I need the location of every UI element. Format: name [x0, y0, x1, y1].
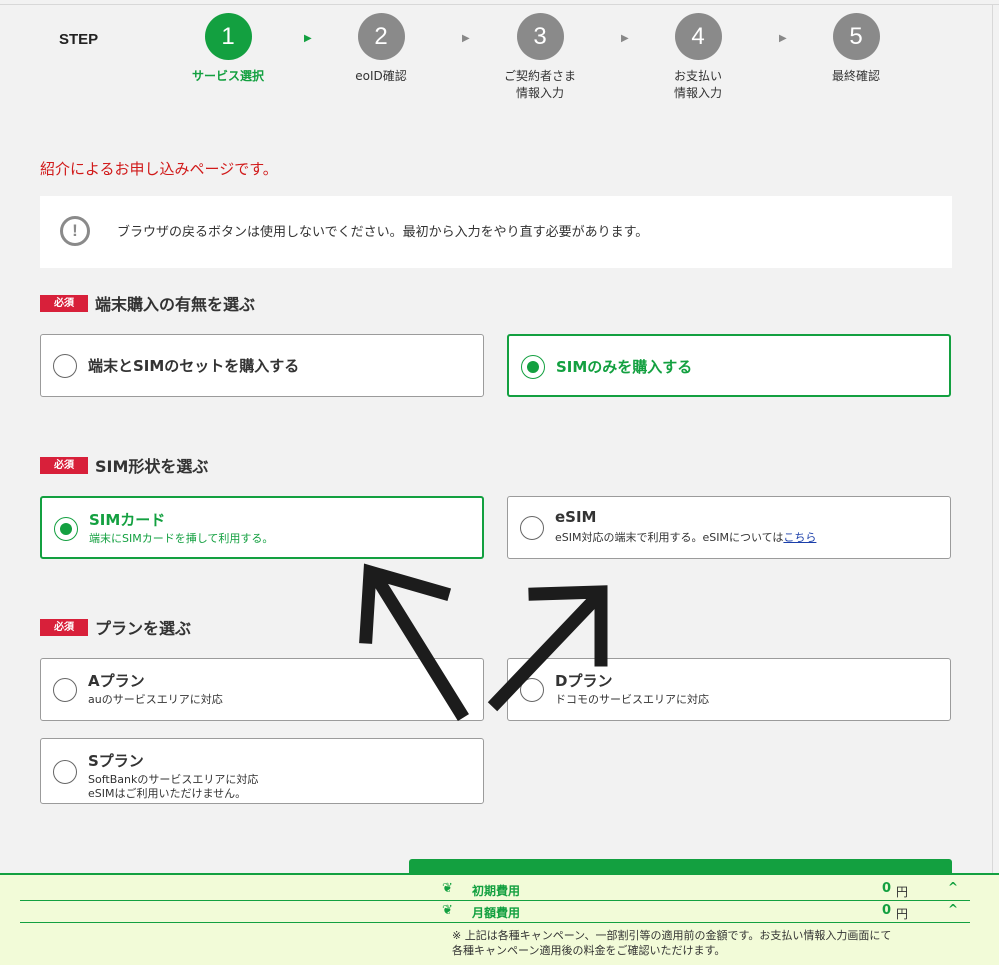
annotation-arrows — [359, 563, 608, 721]
option-description: SoftBankのサービスエリアに対応 eSIMはご利用いただけません。 — [88, 773, 259, 800]
initial-cost-unit: 円 — [896, 885, 909, 899]
step-arrow-icon: ▶ — [779, 33, 787, 44]
chevron-up-icon[interactable]: ^ — [948, 902, 958, 916]
option-title: eSIM — [555, 508, 597, 526]
option-title: SIMのみを購入する — [556, 358, 693, 376]
top-divider — [0, 4, 999, 5]
step-4: 4 お支払い 情報入力 — [638, 13, 758, 102]
step-1: 1 サービス選択 — [168, 13, 288, 85]
step-5: 5 最終確認 — [796, 13, 916, 85]
step-caption: ご契約者さま 情報入力 — [503, 69, 576, 100]
radio-button[interactable] — [520, 516, 544, 540]
referral-message: 紹介によるお申し込みページです。 — [40, 160, 278, 178]
option-plan-d[interactable]: Dプラン ドコモのサービスエリアに対応 — [507, 658, 951, 721]
section-title-text: 端末購入の有無を選ぶ — [95, 295, 256, 314]
esim-info-link[interactable]: こちら — [783, 531, 816, 544]
leaf-icon: ❦ — [442, 881, 453, 896]
option-device-and-sim[interactable]: 端末とSIMのセットを購入する — [40, 334, 484, 397]
option-description: auのサービスエリアに対応 — [88, 693, 223, 706]
option-title: Sプラン — [88, 752, 144, 770]
option-description: 端末にSIMカードを挿して利用する。 — [89, 532, 274, 545]
right-divider — [992, 4, 993, 874]
initial-cost-amount: 0 — [882, 881, 892, 896]
option-title: Aプラン — [88, 672, 145, 690]
option-title: 端末とSIMのセットを購入する — [88, 357, 300, 375]
step-arrow-icon: ▶ — [304, 33, 312, 44]
monthly-cost-unit: 円 — [896, 907, 909, 921]
required-badge: 必須 — [40, 294, 88, 312]
radio-button[interactable] — [53, 760, 77, 784]
radio-button-selected[interactable] — [54, 517, 78, 541]
step-caption: サービス選択 — [191, 69, 264, 83]
step-3: 3 ご契約者さま 情報入力 — [480, 13, 600, 102]
required-badge: 必須 — [40, 618, 88, 636]
step-arrow-icon: ▶ — [621, 33, 629, 44]
radio-button[interactable] — [53, 354, 77, 378]
section-title-text: SIM形状を選ぶ — [95, 457, 209, 476]
monthly-cost-amount: 0 — [882, 903, 892, 918]
section-title-sim-type: 必須 SIM形状を選ぶ — [40, 453, 208, 477]
option-plan-a[interactable]: Aプラン auのサービスエリアに対応 — [40, 658, 484, 721]
section-title-text: プランを選ぶ — [95, 619, 192, 638]
option-title: SIMカード — [89, 511, 166, 529]
option-esim[interactable]: eSIM eSIM対応の端末で利用する。eSIMについてはこちら — [507, 496, 951, 559]
radio-button[interactable] — [520, 678, 544, 702]
option-title: Dプラン — [555, 672, 613, 690]
notice-box: ! ブラウザの戻るボタンは使用しないでください。最初から入力をやり直す必要があり… — [40, 196, 952, 268]
step-number: 3 — [516, 13, 564, 60]
notice-text: ブラウザの戻るボタンは使用しないでください。最初から入力をやり直す必要があります… — [117, 225, 649, 240]
option-plan-s[interactable]: Sプラン SoftBankのサービスエリアに対応 eSIMはご利用いただけません… — [40, 738, 484, 804]
warning-icon: ! — [60, 216, 90, 246]
esim-description-text: eSIM対応の端末で利用する。eSIMについては — [555, 531, 784, 544]
step-number: 1 — [204, 13, 252, 60]
option-description: ドコモのサービスエリアに対応 — [555, 693, 709, 706]
option-sim-card[interactable]: SIMカード 端末にSIMカードを挿して利用する。 — [40, 496, 484, 559]
radio-button-selected[interactable] — [521, 355, 545, 379]
step-caption: eoID確認 — [355, 69, 407, 83]
step-number: 2 — [357, 13, 405, 60]
initial-cost-label: 初期費用 — [472, 884, 521, 898]
monthly-cost-label: 月額費用 — [472, 906, 521, 920]
section-title-device: 必須 端末購入の有無を選ぶ — [40, 291, 255, 315]
step-arrow-icon: ▶ — [462, 33, 470, 44]
step-number: 4 — [674, 13, 722, 60]
step-caption: お支払い 情報入力 — [673, 69, 722, 100]
initial-cost-row[interactable]: ❦ 初期費用 0 円 ^ — [20, 879, 970, 901]
step-label: STEP — [59, 31, 99, 48]
required-badge: 必須 — [40, 456, 88, 474]
option-description: eSIM対応の端末で利用する。eSIMについてはこちら — [555, 531, 816, 545]
radio-button[interactable] — [53, 678, 77, 702]
option-sim-only[interactable]: SIMのみを購入する — [507, 334, 951, 397]
step-number: 5 — [832, 13, 880, 60]
step-2: 2 eoID確認 — [321, 13, 441, 85]
chevron-up-icon[interactable]: ^ — [948, 880, 958, 894]
cost-summary: ❦ 初期費用 0 円 ^ ❦ 月額費用 0 円 ^ ※ 上記は各種キャンペーン、… — [0, 873, 999, 965]
step-caption: 最終確認 — [831, 69, 880, 83]
monthly-cost-row[interactable]: ❦ 月額費用 0 円 ^ — [20, 901, 970, 923]
leaf-icon: ❦ — [442, 903, 453, 918]
section-title-plan: 必須 プランを選ぶ — [40, 615, 191, 639]
cost-note: ※ 上記は各種キャンペーン、一部割引等の適用前の金額です。お支払い情報入力画面に… — [452, 929, 892, 957]
